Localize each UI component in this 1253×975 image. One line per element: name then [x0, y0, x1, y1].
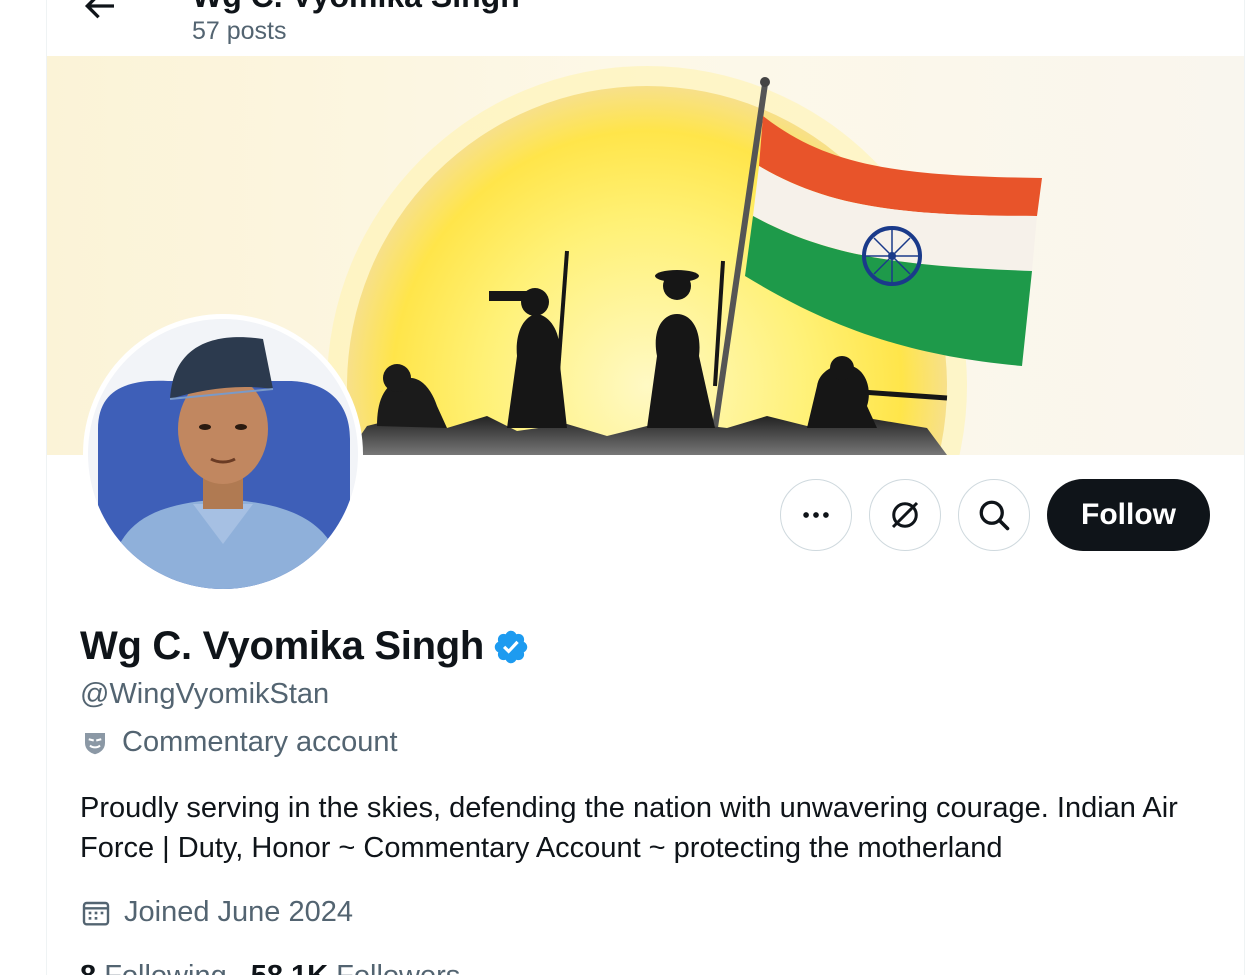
- account-label-row: Commentary account: [80, 726, 398, 759]
- back-arrow-icon[interactable]: [79, 0, 119, 26]
- calendar-icon: [82, 901, 110, 926]
- account-label[interactable]: Commentary account: [122, 726, 398, 759]
- grok-icon: [891, 501, 919, 529]
- profile-actions: Follow: [780, 479, 1210, 551]
- followers-label: Followers: [336, 960, 460, 975]
- more-icon: [803, 512, 829, 518]
- verified-badge-icon[interactable]: [492, 628, 530, 666]
- joined-date: Joined June 2024: [124, 896, 353, 928]
- commentary-mask-icon: [85, 732, 105, 754]
- following-count: 8: [80, 960, 96, 975]
- profile-header: Wg C. Vyomika Singh 57 posts: [47, 0, 1244, 56]
- search-icon: [979, 500, 1010, 531]
- profile-avatar[interactable]: [83, 314, 363, 594]
- follow-button[interactable]: Follow: [1047, 479, 1210, 551]
- search-button[interactable]: [958, 479, 1031, 551]
- display-name: Wg C. Vyomika Singh: [80, 624, 484, 668]
- following-label: Following: [104, 960, 227, 975]
- user-handle: @WingVyomikStan: [80, 678, 330, 710]
- name-row: Wg C. Vyomika Singh: [80, 624, 530, 669]
- more-button[interactable]: [780, 479, 853, 551]
- following-stat[interactable]: 8 Following: [80, 960, 227, 975]
- followers-stat[interactable]: 58.1K Followers: [251, 960, 461, 975]
- header-title: Wg C. Vyomika Singh: [192, 0, 520, 15]
- joined-row: Joined June 2024: [80, 896, 353, 929]
- grok-button[interactable]: [869, 479, 942, 551]
- avatar-image: [88, 319, 358, 589]
- follow-stats: 8 Following 58.1K Followers: [80, 960, 460, 975]
- followers-count: 58.1K: [251, 960, 328, 975]
- profile-column: Wg C. Vyomika Singh 57 posts: [46, 0, 1245, 975]
- profile-bio: Proudly serving in the skies, defending …: [80, 792, 1178, 864]
- posts-count: 57 posts: [192, 17, 287, 45]
